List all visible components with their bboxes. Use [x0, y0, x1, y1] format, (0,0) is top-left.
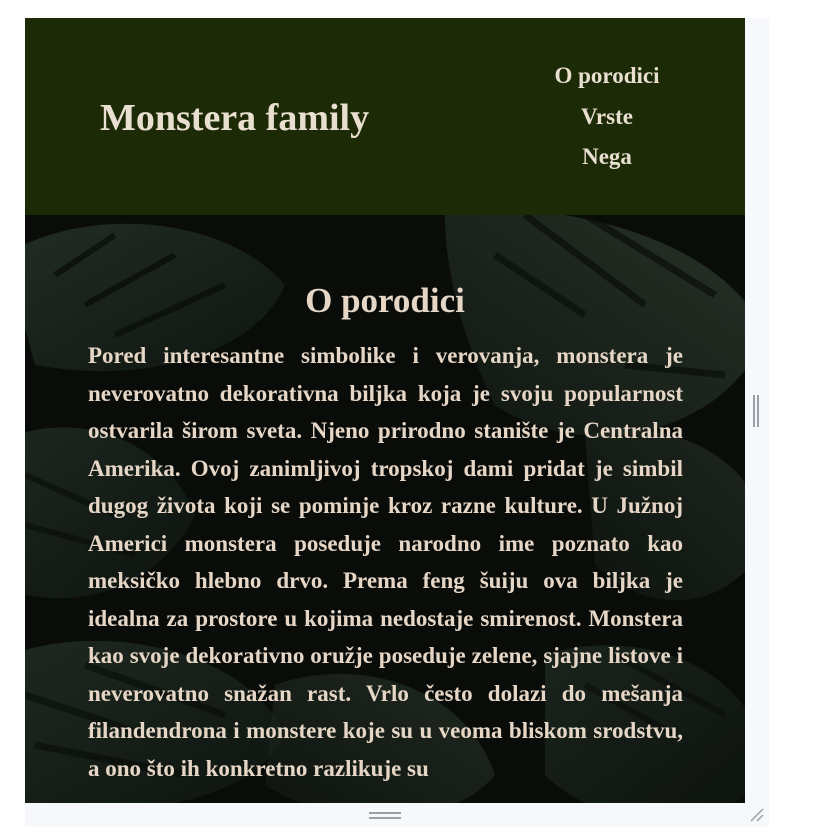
responsive-viewport: Monstera family O porodici Vrste Nega O …	[25, 18, 745, 803]
resize-handle-right-icon[interactable]	[753, 395, 759, 427]
resize-corner-icon[interactable]	[749, 807, 765, 823]
site-header: Monstera family O porodici Vrste Nega	[25, 18, 745, 215]
nav-link-nega[interactable]: Nega	[530, 141, 684, 182]
resize-handle-bottom-icon[interactable]	[369, 812, 401, 819]
section-paragraph: Pored interesantne simbolike i verovanja…	[88, 343, 683, 781]
site-brand[interactable]: Monstera family	[100, 96, 369, 140]
nav-link-o-porodici[interactable]: O porodici	[530, 60, 684, 101]
nav-link-vrste[interactable]: Vrste	[530, 101, 684, 142]
section-title: O porodici	[305, 281, 465, 320]
main-nav: O porodici Vrste Nega	[530, 60, 684, 182]
